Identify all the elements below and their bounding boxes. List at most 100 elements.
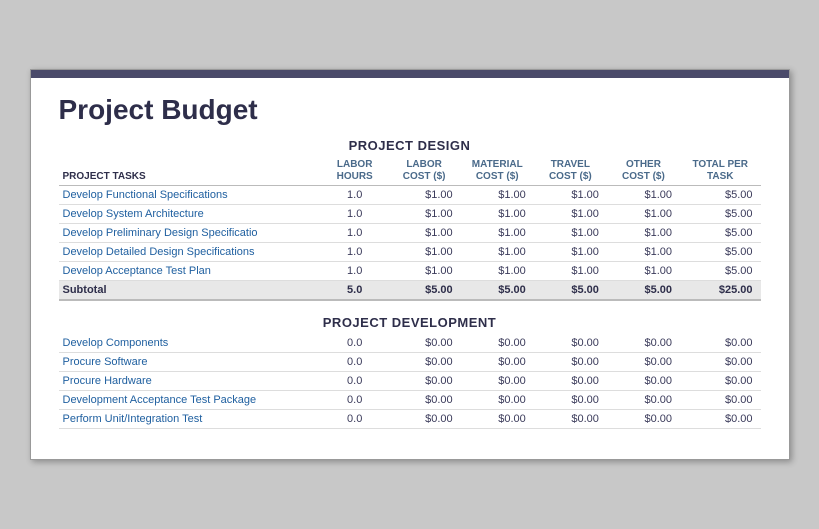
travel-cost: $0.00 xyxy=(534,372,607,391)
header-material-cost: MATERIAL COST ($) xyxy=(461,157,534,186)
task-name: Develop System Architecture xyxy=(59,205,322,224)
section-title-development: PROJECT DEVELOPMENT xyxy=(59,315,761,330)
other-cost: $1.00 xyxy=(607,243,680,262)
task-name: Develop Components xyxy=(59,334,322,353)
task-name: Develop Preliminary Design Specificatio xyxy=(59,224,322,243)
total: $5.00 xyxy=(680,224,761,243)
other-cost: $0.00 xyxy=(607,391,680,410)
travel-cost: $1.00 xyxy=(534,186,607,205)
labor-cost: $0.00 xyxy=(388,334,461,353)
material-cost: $1.00 xyxy=(461,224,534,243)
travel-cost: $1.00 xyxy=(534,243,607,262)
dev-row-1: Procure Software 0.0 $0.00 $0.00 $0.00 $… xyxy=(59,353,761,372)
header-labor-cost: LABOR COST ($) xyxy=(388,157,461,186)
labor-cost: $1.00 xyxy=(388,186,461,205)
other-cost: $0.00 xyxy=(607,334,680,353)
subtotal-material: $5.00 xyxy=(461,281,534,301)
design-row-2: Develop Preliminary Design Specificatio … xyxy=(59,224,761,243)
labor-cost: $0.00 xyxy=(388,391,461,410)
material-cost: $0.00 xyxy=(461,391,534,410)
material-cost: $1.00 xyxy=(461,262,534,281)
hours: 0.0 xyxy=(322,410,388,429)
design-row-1: Develop System Architecture 1.0 $1.00 $1… xyxy=(59,205,761,224)
labor-cost: $0.00 xyxy=(388,410,461,429)
hours: 1.0 xyxy=(322,186,388,205)
header-other-cost: OTHER COST ($) xyxy=(607,157,680,186)
task-name: Develop Acceptance Test Plan xyxy=(59,262,322,281)
hours: 0.0 xyxy=(322,334,388,353)
total: $0.00 xyxy=(680,334,761,353)
travel-cost: $0.00 xyxy=(534,334,607,353)
design-row-3: Develop Detailed Design Specifications 1… xyxy=(59,243,761,262)
labor-cost: $1.00 xyxy=(388,262,461,281)
header-total: TOTAL PER TASK xyxy=(680,157,761,186)
dev-row-2: Procure Hardware 0.0 $0.00 $0.00 $0.00 $… xyxy=(59,372,761,391)
design-row-0: Develop Functional Specifications 1.0 $1… xyxy=(59,186,761,205)
material-cost: $1.00 xyxy=(461,243,534,262)
total: $5.00 xyxy=(680,243,761,262)
total: $0.00 xyxy=(680,391,761,410)
design-body: Develop Functional Specifications 1.0 $1… xyxy=(59,186,761,301)
task-name: Develop Functional Specifications xyxy=(59,186,322,205)
hours: 0.0 xyxy=(322,353,388,372)
material-cost: $0.00 xyxy=(461,353,534,372)
header-travel-cost: TRAVEL COST ($) xyxy=(534,157,607,186)
travel-cost: $1.00 xyxy=(534,262,607,281)
development-table: Develop Components 0.0 $0.00 $0.00 $0.00… xyxy=(59,334,761,429)
total: $5.00 xyxy=(680,262,761,281)
hours: 1.0 xyxy=(322,262,388,281)
total: $5.00 xyxy=(680,205,761,224)
subtotal-other: $5.00 xyxy=(607,281,680,301)
task-name: Procure Software xyxy=(59,353,322,372)
hours: 0.0 xyxy=(322,372,388,391)
hours: 1.0 xyxy=(322,243,388,262)
section-title-design: PROJECT DESIGN xyxy=(59,138,761,153)
travel-cost: $1.00 xyxy=(534,224,607,243)
total: $0.00 xyxy=(680,372,761,391)
other-cost: $1.00 xyxy=(607,224,680,243)
material-cost: $0.00 xyxy=(461,410,534,429)
task-name: Procure Hardware xyxy=(59,372,322,391)
other-cost: $0.00 xyxy=(607,353,680,372)
travel-cost: $0.00 xyxy=(534,391,607,410)
travel-cost: $1.00 xyxy=(534,205,607,224)
total: $0.00 xyxy=(680,410,761,429)
labor-cost: $1.00 xyxy=(388,243,461,262)
content-area: Project Budget PROJECT DESIGN PROJECT TA… xyxy=(31,78,789,439)
other-cost: $1.00 xyxy=(607,205,680,224)
subtotal-total: $25.00 xyxy=(680,281,761,301)
material-cost: $1.00 xyxy=(461,205,534,224)
top-bar xyxy=(31,70,789,78)
material-cost: $0.00 xyxy=(461,334,534,353)
dev-row-0: Develop Components 0.0 $0.00 $0.00 $0.00… xyxy=(59,334,761,353)
labor-cost: $0.00 xyxy=(388,372,461,391)
task-name: Development Acceptance Test Package xyxy=(59,391,322,410)
labor-cost: $0.00 xyxy=(388,353,461,372)
travel-cost: $0.00 xyxy=(534,353,607,372)
task-name: Perform Unit/Integration Test xyxy=(59,410,322,429)
material-cost: $1.00 xyxy=(461,186,534,205)
dev-row-4: Perform Unit/Integration Test 0.0 $0.00 … xyxy=(59,410,761,429)
design-table: PROJECT TASKS LABOR HOURS LABOR COST ($)… xyxy=(59,157,761,301)
other-cost: $0.00 xyxy=(607,372,680,391)
header-task: PROJECT TASKS xyxy=(59,157,322,186)
hours: 1.0 xyxy=(322,205,388,224)
dev-row-3: Development Acceptance Test Package 0.0 … xyxy=(59,391,761,410)
total: $5.00 xyxy=(680,186,761,205)
subtotal-label: Subtotal xyxy=(59,281,322,301)
other-cost: $0.00 xyxy=(607,410,680,429)
task-name: Develop Detailed Design Specifications xyxy=(59,243,322,262)
design-subtotal-row: Subtotal 5.0 $5.00 $5.00 $5.00 $5.00 $25… xyxy=(59,281,761,301)
main-window: Project Budget PROJECT DESIGN PROJECT TA… xyxy=(30,69,790,460)
material-cost: $0.00 xyxy=(461,372,534,391)
other-cost: $1.00 xyxy=(607,262,680,281)
other-cost: $1.00 xyxy=(607,186,680,205)
development-body: Develop Components 0.0 $0.00 $0.00 $0.00… xyxy=(59,334,761,429)
design-row-4: Develop Acceptance Test Plan 1.0 $1.00 $… xyxy=(59,262,761,281)
page-title: Project Budget xyxy=(59,94,761,126)
hours: 1.0 xyxy=(322,224,388,243)
travel-cost: $0.00 xyxy=(534,410,607,429)
labor-cost: $1.00 xyxy=(388,205,461,224)
subtotal-labor: $5.00 xyxy=(388,281,461,301)
hours: 0.0 xyxy=(322,391,388,410)
